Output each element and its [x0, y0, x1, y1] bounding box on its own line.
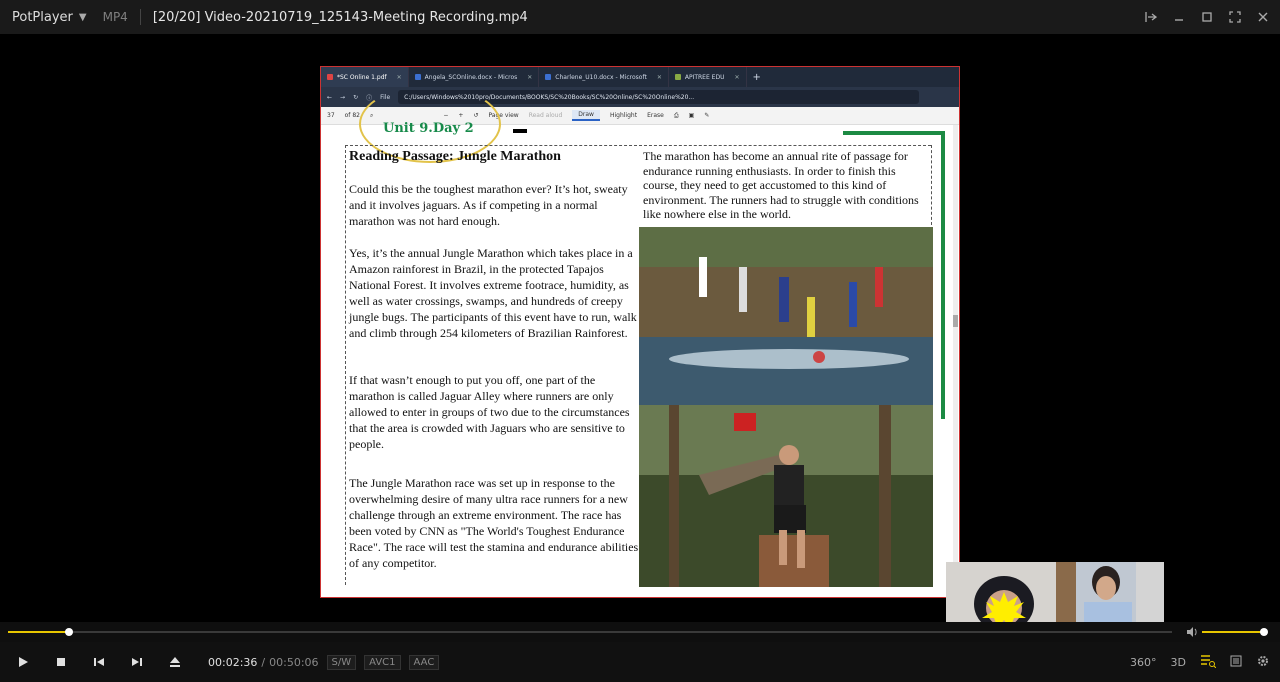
webcam-feed: [946, 562, 1056, 622]
current-time: 00:02:36: [208, 655, 258, 669]
decorative-mark: [513, 129, 527, 133]
volume-handle[interactable]: [1260, 628, 1268, 636]
play-button[interactable]: [4, 642, 42, 682]
divider: [139, 9, 141, 25]
stop-icon: [57, 658, 65, 666]
shared-screen: *SC Online 1.pdf ✕ Angela_SCOnline.docx …: [320, 66, 960, 598]
close-icon[interactable]: ✕: [734, 74, 739, 81]
river-crossing-photo: [639, 227, 933, 405]
fullscreen-icon[interactable]: [1228, 10, 1242, 24]
seek-handle[interactable]: [64, 628, 73, 636]
pdf-scrollbar[interactable]: [953, 125, 958, 591]
video-codec-badge[interactable]: AVC1: [364, 654, 401, 670]
decorative-bar: [843, 131, 945, 135]
seek-bar[interactable]: [8, 628, 1172, 636]
volume-icon[interactable]: [1186, 626, 1198, 641]
app-menu-button[interactable]: PotPlayer ▼: [12, 10, 87, 25]
pdf-page: Unit 9.Day 2 Reading Passage: Jungle Mar…: [321, 85, 959, 597]
seek-progress: [8, 631, 69, 633]
draw-button[interactable]: Draw: [572, 110, 600, 121]
volume-level: [1202, 631, 1264, 633]
close-icon[interactable]: ✕: [397, 74, 402, 81]
menu-icon[interactable]: [1230, 655, 1242, 670]
passage-paragraph: The Jungle Marathon race was set up in r…: [349, 476, 639, 570]
jungle-runner-photo: [639, 405, 933, 587]
chevron-down-icon: ▼: [78, 11, 87, 23]
play-icon: [19, 657, 28, 667]
previous-button[interactable]: [80, 642, 118, 682]
volume-slider[interactable]: [1202, 628, 1268, 636]
erase-button[interactable]: Erase: [647, 112, 664, 119]
close-icon[interactable]: [1256, 10, 1270, 24]
decoder-badge[interactable]: S/W: [326, 654, 357, 670]
dashed-border: [345, 145, 346, 585]
browser-tab-label: APITREE EDU: [684, 73, 725, 81]
audio-codec-badge[interactable]: AAC: [408, 654, 440, 670]
browser-tab[interactable]: *SC Online 1.pdf ✕: [321, 67, 409, 87]
scroll-thumb[interactable]: [953, 315, 958, 327]
dashed-border: [931, 145, 932, 225]
passage-paragraph-right: The marathon has become an annual rite o…: [643, 149, 919, 221]
passage-paragraph: Yes, it’s the annual Jungle Marathon whi…: [349, 246, 637, 340]
time-separator: /: [261, 655, 266, 669]
window-controls: [1144, 0, 1270, 34]
seek-row: [0, 622, 1280, 642]
word-icon: [414, 74, 421, 80]
print-icon[interactable]: ⎙: [674, 112, 679, 120]
video-area[interactable]: *SC Online 1.pdf ✕ Angela_SCOnline.docx …: [0, 34, 1280, 622]
next-icon: [132, 658, 142, 666]
unit-label: Unit 9.Day 2: [383, 121, 474, 136]
save-icon[interactable]: ▣: [689, 112, 695, 119]
browser-tab[interactable]: APITREE EDU ✕: [669, 67, 747, 87]
browser-tab-strip: *SC Online 1.pdf ✕ Angela_SCOnline.docx …: [321, 67, 959, 87]
new-tab-button[interactable]: +: [747, 67, 767, 87]
read-aloud-button[interactable]: Read aloud: [529, 112, 563, 119]
refresh-icon[interactable]: ↻: [353, 94, 358, 101]
passage-paragraph: If that wasn’t enough to put you off, on…: [349, 373, 630, 451]
decorative-bar: [941, 131, 945, 419]
minimize-icon[interactable]: [1172, 10, 1186, 24]
stop-button[interactable]: [42, 642, 80, 682]
forward-icon[interactable]: →: [340, 94, 345, 101]
pin-icon[interactable]: ✎: [704, 112, 709, 119]
browser-tab[interactable]: Angela_SCOnline.docx - Micros ✕: [409, 67, 540, 87]
dashed-border: [345, 145, 931, 146]
eject-button[interactable]: [156, 642, 194, 682]
eject-icon: [170, 657, 180, 667]
duration: 00:50:06: [269, 655, 319, 669]
right-controls: 360° 3D: [1130, 642, 1270, 682]
webcam-feed: [1056, 562, 1164, 622]
vr-360-button[interactable]: 360°: [1130, 656, 1157, 669]
highlight-button[interactable]: Highlight: [610, 112, 637, 119]
control-bar: 00:02:36/00:50:06 S/W AVC1 AAC 360° 3D: [0, 642, 1280, 682]
passage-heading: Reading Passage: Jungle Marathon: [349, 149, 561, 164]
previous-icon: [94, 658, 104, 666]
3d-button[interactable]: 3D: [1171, 656, 1186, 669]
settings-gear-icon[interactable]: [1256, 654, 1270, 671]
time-display: 00:02:36/00:50:06: [208, 656, 319, 669]
next-button[interactable]: [118, 642, 156, 682]
app-icon: [674, 74, 681, 80]
browser-tab-label: Angela_SCOnline.docx - Micros: [424, 73, 518, 81]
browser-tab-label: Charlene_U10.docx - Microsoft: [555, 73, 647, 81]
app-name: PotPlayer: [12, 9, 73, 25]
browser-tab-label: *SC Online 1.pdf: [337, 73, 387, 81]
playlist-icon[interactable]: [1200, 654, 1217, 671]
page-total: of 82: [344, 112, 360, 119]
close-icon[interactable]: ✕: [657, 74, 662, 81]
maximize-icon[interactable]: [1200, 10, 1214, 24]
word-icon: [545, 74, 552, 80]
back-icon[interactable]: ←: [327, 94, 332, 101]
close-icon[interactable]: ✕: [527, 74, 532, 81]
window-title: [20/20] Video-20210719_125143-Meeting Re…: [152, 9, 528, 25]
pdf-icon: [327, 74, 333, 80]
browser-tab[interactable]: Charlene_U10.docx - Microsoft ✕: [539, 67, 669, 87]
passage-paragraph: Could this be the toughest marathon ever…: [349, 182, 628, 228]
title-bar: PotPlayer ▼ MP4 [20/20] Video-20210719_1…: [0, 0, 1280, 34]
page-number-input[interactable]: 37: [327, 112, 335, 119]
format-label: MP4: [102, 10, 128, 24]
info-icon: ⓘ: [366, 94, 373, 102]
pin-icon[interactable]: [1144, 10, 1158, 24]
